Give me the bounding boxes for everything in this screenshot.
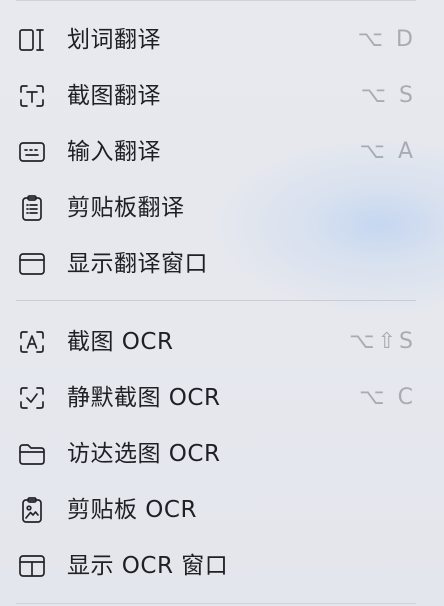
folder-icon (17, 441, 47, 467)
window-icon (17, 251, 47, 277)
menu-item-label: 截图 OCR (67, 329, 174, 355)
menu-item-shortcut: ⌥ C (359, 385, 416, 410)
clipboard-translate-icon (17, 195, 47, 221)
menu-item-label: 划词翻译 (67, 27, 161, 53)
menu-top-divider (16, 0, 416, 1)
menu-bottom-divider (16, 603, 416, 604)
menu-item-shortcut: ⌥ D (357, 27, 416, 52)
menu-item-shortcut: ⌥ S (360, 83, 416, 108)
menu-item-show-translate-window[interactable]: 显示翻译窗口 (0, 244, 444, 284)
menu-item-shortcut: ⌥⇧S (349, 329, 416, 354)
menu-item-label: 输入翻译 (67, 139, 161, 165)
menu-item-selection-translate[interactable]: 划词翻译 ⌥ D (0, 20, 444, 60)
menu-item-screenshot-translate[interactable]: 截图翻译 ⌥ S (0, 76, 444, 116)
menu-item-show-ocr-window[interactable]: 显示 OCR 窗口 (0, 546, 444, 586)
menu-item-finder-image-ocr[interactable]: 访达选图 OCR (0, 434, 444, 474)
menu-panel: 划词翻译 ⌥ D 截图翻译 ⌥ S 输入翻译 ⌥ A 剪贴板翻译 显示翻译窗口 … (0, 0, 444, 606)
menu-item-shortcut: ⌥ A (359, 139, 416, 164)
section-divider (16, 300, 416, 301)
screenshot-translate-icon (17, 83, 47, 109)
menu-item-label: 截图翻译 (67, 83, 161, 109)
menu-item-silent-screenshot-ocr[interactable]: 静默截图 OCR ⌥ C (0, 378, 444, 418)
menu-item-label: 静默截图 OCR (67, 385, 221, 411)
menu-item-label: 显示翻译窗口 (67, 251, 208, 277)
menu-item-screenshot-ocr[interactable]: 截图 OCR ⌥⇧S (0, 322, 444, 362)
menu-item-clipboard-translate[interactable]: 剪贴板翻译 (0, 188, 444, 228)
silent-screenshot-ocr-icon (17, 385, 47, 411)
input-translate-icon (17, 139, 47, 165)
clipboard-image-icon (17, 497, 47, 523)
menu-item-label: 剪贴板翻译 (67, 195, 185, 221)
menu-item-label: 访达选图 OCR (67, 441, 221, 467)
ocr-window-icon (17, 553, 47, 579)
menu-item-clipboard-ocr[interactable]: 剪贴板 OCR (0, 490, 444, 530)
screenshot-ocr-icon (17, 329, 47, 355)
menu-item-input-translate[interactable]: 输入翻译 ⌥ A (0, 132, 444, 172)
menu-item-label: 剪贴板 OCR (67, 497, 197, 523)
menu-item-label: 显示 OCR 窗口 (67, 553, 229, 579)
selection-translate-icon (17, 27, 47, 53)
